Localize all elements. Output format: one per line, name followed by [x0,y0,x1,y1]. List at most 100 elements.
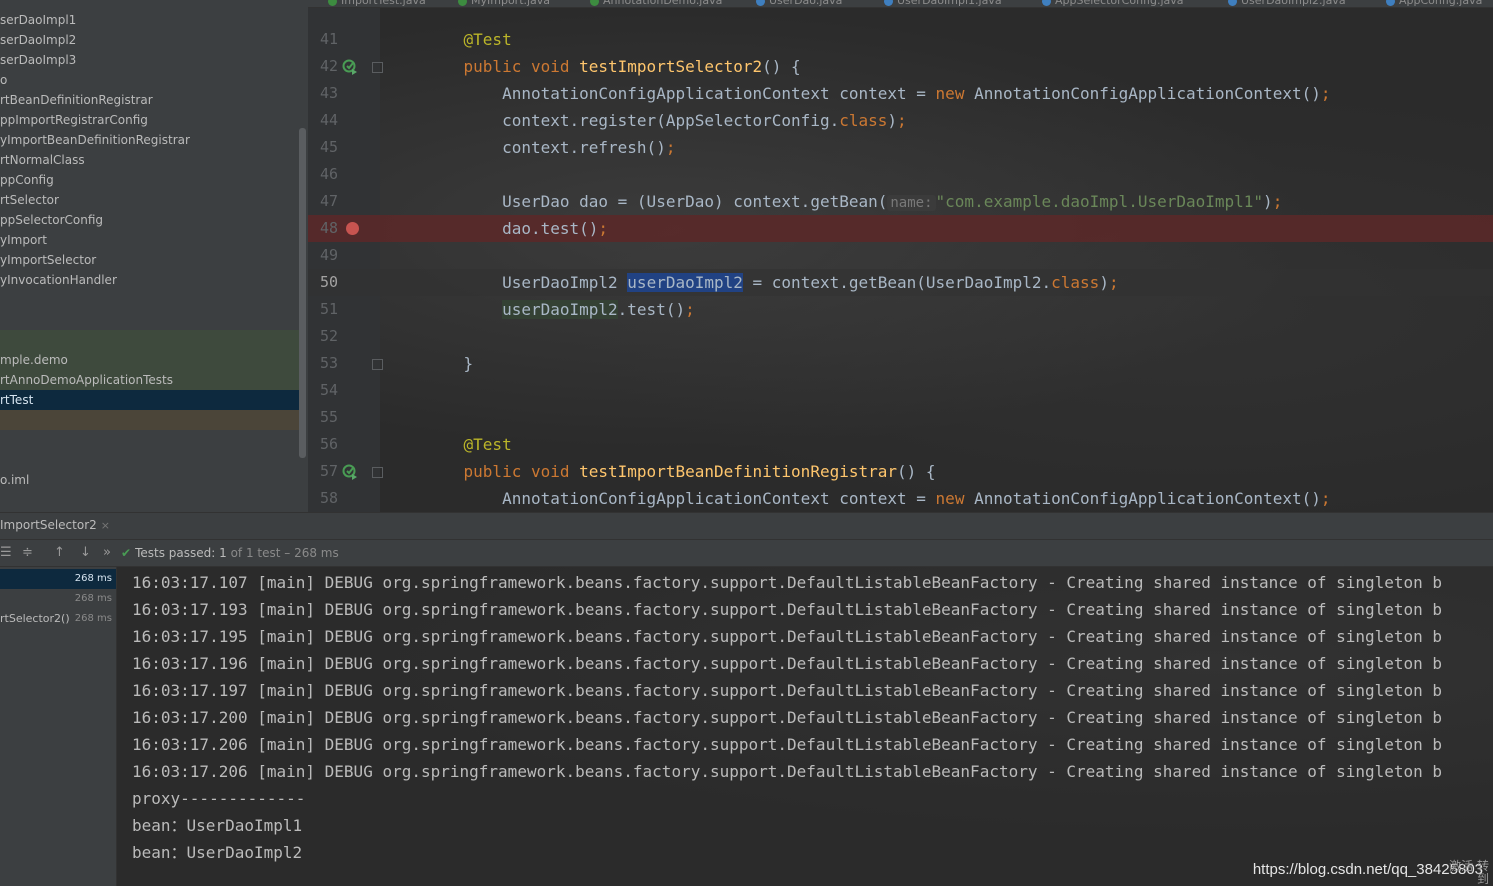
code-line[interactable]: 48 dao.test(); [308,215,1493,242]
code-text: @Test [425,431,512,458]
editor-tab[interactable]: ImportTest.java [328,0,426,7]
console-line: 16:03:17.193 [main] DEBUG org.springfram… [132,600,1443,619]
line-number: 46 [319,165,338,183]
next-failed-icon[interactable]: ↓ [80,545,91,560]
project-tree-item[interactable]: ppConfig [0,170,300,190]
run-test-icon[interactable] [342,464,358,480]
project-tree-item[interactable]: yInvocationHandler [0,270,300,290]
more-icon[interactable]: » [103,545,111,560]
editor-tab-label: UserDao.java [769,0,843,7]
previous-failed-icon[interactable]: ↑ [54,545,65,560]
line-number: 51 [319,300,338,318]
editor-tab[interactable]: UserDaoImpl1.java [884,0,1002,7]
file-type-icon [884,0,893,6]
console-output[interactable]: 16:03:17.107 [main] DEBUG org.springfram… [118,567,1493,886]
line-number: 57 [319,462,338,480]
code-line[interactable]: 41 @Test [308,26,1493,53]
project-tree-item[interactable] [0,310,300,330]
code-token: UserDao dao = (UserDao) context.getBean( [425,192,888,211]
project-tree-item[interactable]: rtTest [0,390,300,410]
line-number: 56 [319,435,338,453]
project-tree-item[interactable]: serDaoImpl2 [0,30,300,50]
project-tree-item[interactable]: ppSelectorConfig [0,210,300,230]
code-line[interactable]: 51 userDaoImpl2.test(); [308,296,1493,323]
code-line[interactable]: 47 UserDao dao = (UserDao) context.getBe… [308,188,1493,215]
project-tree-item[interactable]: yImportSelector [0,250,300,270]
code-line[interactable]: 58 AnnotationConfigApplicationContext co… [308,485,1493,512]
fold-icon[interactable] [372,467,383,478]
test-tree-item[interactable]: 268 ms [0,589,116,609]
code-token: ) [1263,192,1273,211]
code-text: AnnotationConfigApplicationContext conte… [425,80,1331,107]
code-token: ) [1099,273,1109,292]
collapse-all-icon[interactable]: ≑ [22,545,33,560]
code-text: context.refresh(); [425,134,675,161]
code-text: userDaoImpl2.test(); [425,296,695,323]
code-line[interactable]: 50 UserDaoImpl2 userDaoImpl2 = context.g… [308,269,1493,296]
close-icon[interactable]: × [101,519,110,532]
editor-tab[interactable]: AppConfig.java [1386,0,1482,7]
project-tree-item[interactable]: mple.demo [0,350,300,370]
breakpoint-icon[interactable] [346,222,359,235]
editor-tab[interactable]: AnnotationDemo.java [590,0,723,7]
project-tree-item[interactable]: yImport [0,230,300,250]
test-tree-item[interactable]: rtSelector2() 268 ms [0,609,116,629]
fold-icon[interactable] [372,359,383,370]
project-tree-item[interactable]: rtNormalClass [0,150,300,170]
test-duration: 268 ms [74,613,112,624]
editor-tab-label: UserDaoImpl1.java [897,0,1002,7]
code-line[interactable]: 44 context.register(AppSelectorConfig.cl… [308,107,1493,134]
tests-passed-label: Tests passed: [135,546,216,560]
code-line[interactable]: 45 context.refresh(); [308,134,1493,161]
code-editor[interactable]: 4041 @Test42 public void testImportSelec… [308,0,1493,512]
code-line[interactable]: 52 [308,323,1493,350]
project-tree-item[interactable] [0,430,300,450]
test-name: rtSelector2() [0,612,70,625]
project-tree-item[interactable]: yImportBeanDefinitionRegistrar [0,130,300,150]
project-tree-item[interactable]: rtSelector [0,190,300,210]
line-number: 50 [319,273,338,291]
file-type-icon [756,0,765,6]
project-tree-item[interactable] [0,290,300,310]
code-line[interactable]: 43 AnnotationConfigApplicationContext co… [308,80,1493,107]
code-line[interactable]: 53 } [308,350,1493,377]
editor-tab[interactable]: MyImport.java [458,0,550,7]
test-tree-item[interactable]: 268 ms [0,569,116,589]
code-token: @Test [463,435,512,454]
code-line[interactable]: 49 [308,242,1493,269]
project-tree-item[interactable]: serDaoImpl1 [0,10,300,30]
editor-tab[interactable]: UserDaoImpl2.java [1228,0,1346,7]
code-token: ; [1320,84,1331,103]
project-tree-item[interactable] [0,410,300,430]
code-line[interactable]: 56 @Test [308,431,1493,458]
tests-summary: of 1 test – 268 ms [230,546,339,560]
code-line[interactable]: 54 [308,377,1493,404]
project-scrollbar[interactable] [299,128,306,458]
project-tree-item[interactable]: rtAnnoDemoApplicationTests [0,370,300,390]
project-tree-item[interactable]: ppImportRegistrarConfig [0,110,300,130]
code-token: AnnotationConfigApplicationContext() [974,84,1321,103]
console-line: bean：UserDaoImpl1 [132,816,303,835]
project-tree-item[interactable] [0,330,300,350]
code-line[interactable]: 46 [308,161,1493,188]
sort-icon[interactable]: ☰ [0,545,12,560]
editor-tab-label: AnnotationDemo.java [603,0,723,7]
code-line[interactable]: 57 public void testImportBeanDefinitionR… [308,458,1493,485]
run-test-icon[interactable] [342,59,358,75]
code-token: context.refresh() [425,138,666,157]
console-line: bean：UserDaoImpl2 [132,843,303,862]
project-tree-item[interactable] [0,450,300,470]
code-line[interactable]: 42 public void testImportSelector2() { [308,53,1493,80]
project-tree-item[interactable]: o.iml [0,470,300,490]
run-tab[interactable]: ImportSelector2 × [0,518,110,532]
code-token: ; [665,138,676,157]
project-tree-item[interactable]: rtBeanDefinitionRegistrar [0,90,300,110]
code-line[interactable]: 55 [308,404,1493,431]
fold-icon[interactable] [372,62,383,73]
code-token: "com.example.daoImpl.UserDaoImpl1" [935,192,1264,211]
code-token: UserDaoImpl2 [425,273,628,292]
project-tree-item[interactable]: serDaoImpl3 [0,50,300,70]
editor-tab[interactable]: UserDao.java [756,0,843,7]
project-tree-item[interactable]: o [0,70,300,90]
editor-tab[interactable]: AppSelectorConfig.java [1042,0,1184,7]
